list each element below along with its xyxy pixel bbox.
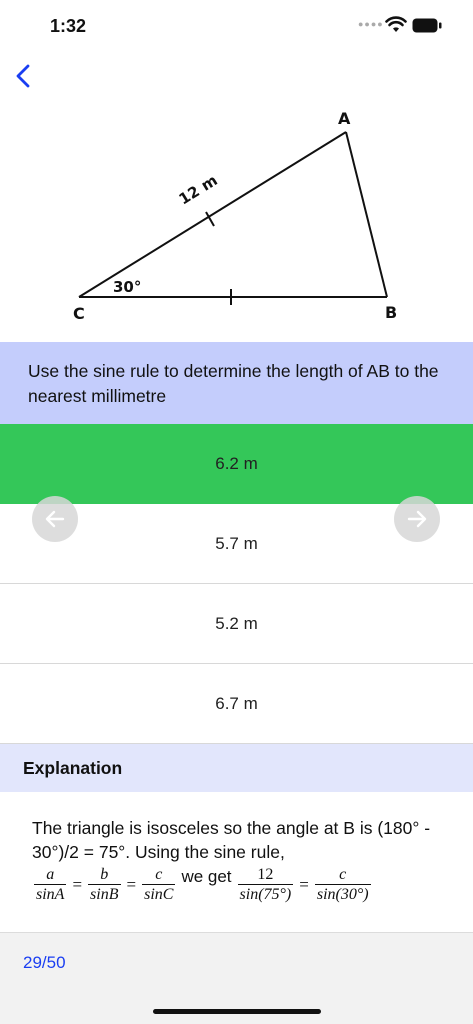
side-length-label: 12 m: [176, 171, 221, 208]
fraction-b-over-sinb: b sinB: [88, 865, 121, 903]
vertex-b-label: B: [385, 303, 397, 322]
home-indicator: [153, 1009, 321, 1014]
status-bar: 1:32 ●●●●: [0, 0, 473, 50]
footer-bar: 29/50: [0, 932, 473, 1024]
fraction-c-over-sinc: c sinC: [142, 865, 176, 903]
triangle-svg: A B C 12 m 30°: [73, 109, 397, 323]
sine-rule-formula: a sinA = b sinB = c sinC we get 12 sin(7…: [34, 865, 371, 903]
signal-dots-icon: ●●●●: [358, 19, 384, 29]
previous-question-button[interactable]: [32, 496, 78, 542]
vertex-a-label: A: [338, 109, 351, 128]
explanation-title: Explanation: [0, 744, 473, 792]
back-button[interactable]: [8, 58, 38, 94]
fraction-c-over-sin30: c sin(30°): [314, 865, 371, 903]
status-time: 1:32: [50, 16, 87, 36]
we-get-text: we get: [181, 867, 232, 886]
arrow-left-icon: [45, 510, 65, 528]
next-question-button[interactable]: [394, 496, 440, 542]
page-indicator: 29/50: [23, 953, 66, 972]
navigation-bar: [0, 56, 473, 100]
wifi-icon: [385, 16, 407, 32]
battery-icon: [412, 18, 442, 33]
triangle-diagram: A B C 12 m 30°: [0, 100, 473, 340]
explanation-body: The triangle is isosceles so the angle a…: [0, 792, 473, 932]
vertex-c-label: C: [73, 304, 85, 323]
fraction-a-over-sina: a sinA: [34, 865, 67, 903]
arrow-right-icon: [407, 510, 427, 528]
answer-option-4[interactable]: 6.7 m: [0, 664, 473, 744]
explanation-text: The triangle is isosceles so the angle a…: [32, 818, 431, 862]
fraction-12-over-sin75: 12 sin(75°): [237, 865, 294, 903]
answer-option-3[interactable]: 5.2 m: [0, 584, 473, 664]
chevron-left-icon: [16, 64, 30, 88]
question-text: Use the sine rule to determine the lengt…: [0, 342, 473, 424]
angle-label: 30°: [113, 278, 141, 296]
answer-option-1[interactable]: 6.2 m: [0, 424, 473, 504]
